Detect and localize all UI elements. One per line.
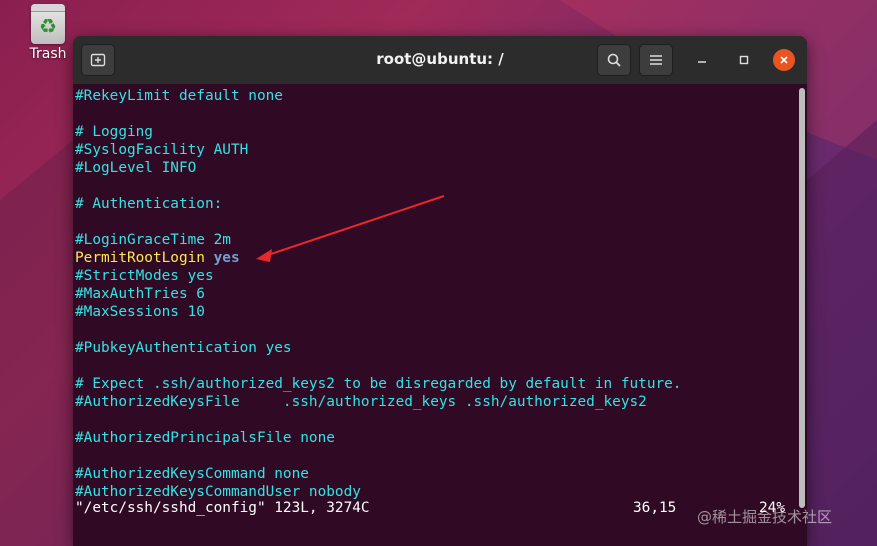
minimize-icon <box>698 61 706 63</box>
trash-label: Trash <box>29 46 67 62</box>
terminal-line: #MaxSessions 10 <box>75 303 807 321</box>
terminal-line: #RekeyLimit default none <box>75 87 807 105</box>
config-text: # Authentication: <box>75 196 223 212</box>
status-file: "/etc/ssh/sshd_config" 123L, 3274C <box>75 500 370 516</box>
config-text: #RekeyLimit default none <box>75 88 283 104</box>
terminal-line: PermitRootLogin yes <box>75 249 807 267</box>
config-text: #AuthorizedKeysCommandUser nobody <box>75 484 361 500</box>
config-text: #AuthorizedKeysFile .ssh/authorized_keys… <box>75 394 647 410</box>
trash-icon: ♻ <box>31 4 65 44</box>
terminal-line: # Expect .ssh/authorized_keys2 to be dis… <box>75 375 807 393</box>
config-text: # Logging <box>75 124 153 140</box>
terminal-line: #AuthorizedPrincipalsFile none <box>75 429 807 447</box>
terminal-line: #LogLevel INFO <box>75 159 807 177</box>
search-button[interactable] <box>597 44 631 76</box>
config-text: #MaxSessions 10 <box>75 304 205 320</box>
hamburger-menu-icon <box>650 55 662 65</box>
terminal-line: #PubkeyAuthentication yes <box>75 339 807 357</box>
config-text: #LoginGraceTime 2m <box>75 232 231 248</box>
terminal-line: #MaxAuthTries 6 <box>75 285 807 303</box>
recycle-icon: ♻ <box>39 14 57 38</box>
config-text: #LogLevel INFO <box>75 160 197 176</box>
config-text: #PubkeyAuthentication yes <box>75 340 292 356</box>
terminal-window[interactable]: root@ubuntu: / #RekeyLimit default none … <box>73 36 807 546</box>
watermark: @稀土掘金技术社区 <box>697 508 833 526</box>
maximize-icon <box>739 55 749 65</box>
terminal-line: #AuthorizedKeysFile .ssh/authorized_keys… <box>75 393 807 411</box>
config-key: PermitRootLogin <box>75 250 205 266</box>
terminal-line: #LoginGraceTime 2m <box>75 231 807 249</box>
terminal-content[interactable]: #RekeyLimit default none # Logging #Syslog… <box>73 84 807 546</box>
terminal-line: # Authentication: <box>75 195 807 213</box>
scrollbar[interactable] <box>799 88 805 508</box>
terminal-line: #AuthorizedKeysCommand none <box>75 465 807 483</box>
status-cursor-position: 36,15 <box>633 500 677 516</box>
trash-desktop-icon[interactable]: ♻ Trash <box>26 4 70 62</box>
terminal-line: #SyslogFacility AUTH <box>75 141 807 159</box>
config-text: #AuthorizedPrincipalsFile none <box>75 430 335 446</box>
config-text: #SyslogFacility AUTH <box>75 142 249 158</box>
config-text: #MaxAuthTries 6 <box>75 286 205 302</box>
search-icon <box>607 53 621 67</box>
titlebar[interactable]: root@ubuntu: / <box>73 36 807 84</box>
terminal-line: #StrictModes yes <box>75 267 807 285</box>
config-value: yes <box>213 250 240 266</box>
config-text: #AuthorizedKeysCommand none <box>75 466 309 482</box>
maximize-button[interactable] <box>732 48 756 72</box>
config-text: #StrictModes yes <box>75 268 214 284</box>
terminal-line: # Logging <box>75 123 807 141</box>
close-button[interactable] <box>773 49 795 71</box>
minimize-button[interactable] <box>690 48 714 72</box>
close-icon <box>780 56 788 64</box>
menu-button[interactable] <box>639 44 673 76</box>
config-text: # Expect .ssh/authorized_keys2 to be dis… <box>75 376 682 392</box>
